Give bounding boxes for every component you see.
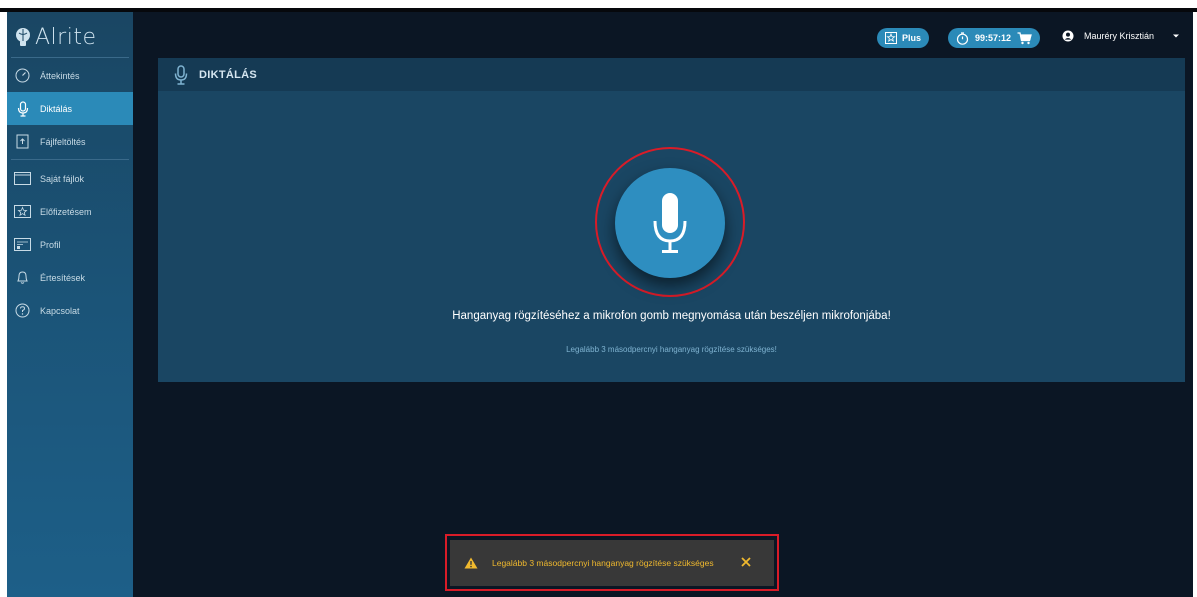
plus-button[interactable]: Plus <box>877 28 930 48</box>
user-menu[interactable]: Mauréry Krisztián <box>1062 30 1180 42</box>
sidebar-item-ertesitesek[interactable]: Értesítések <box>7 261 133 294</box>
sidebar-item-attekintes[interactable]: Áttekintés <box>7 59 133 92</box>
help-icon <box>14 302 31 319</box>
sidebar-item-label: Diktálás <box>40 103 73 114</box>
minimum-length-note: Legalább 3 másodpercnyi hanganyag rögzít… <box>566 345 777 354</box>
sidebar-item-profil[interactable]: Profil <box>7 228 133 261</box>
logo[interactable]: Alrite <box>15 24 96 50</box>
close-icon[interactable] <box>738 554 754 570</box>
instruction-text: Hanganyag rögzítéséhez a mikrofon gomb m… <box>452 310 891 322</box>
brain-logo-icon <box>16 28 30 46</box>
sidebar-item-label: Áttekintés <box>40 70 80 81</box>
sidebar-item-elofizetesem[interactable]: Előfizetésem <box>7 195 133 228</box>
sidebar-item-kapcsolat[interactable]: Kapcsolat <box>7 294 133 327</box>
timer-cart-button[interactable]: 99:57:12 <box>948 28 1041 48</box>
topbar: Plus 99:57:12 Mauréry Krisztián <box>133 12 1193 58</box>
sidebar-item-label: Profil <box>40 239 61 250</box>
sidebar-item-diktalas[interactable]: Diktálás <box>7 92 133 125</box>
user-icon <box>1062 30 1074 42</box>
file-upload-icon <box>14 133 31 150</box>
bell-icon <box>14 269 31 286</box>
logo-text: Alrite <box>35 24 97 50</box>
stopwatch-icon <box>956 31 969 45</box>
window-top-strip <box>0 0 1197 8</box>
sidebar-item-label: Fájlfeltöltés <box>40 136 86 147</box>
plus-label: Plus <box>902 33 922 43</box>
toast-message: Legalább 3 másodpercnyi hanganyag rögzít… <box>492 558 714 568</box>
app-window: Alrite Áttekintés Diktálás Fájlfeltöltés <box>7 12 1193 597</box>
microphone-icon <box>653 193 687 253</box>
warning-icon <box>464 557 478 569</box>
panel-header: DIKTÁLÁS <box>158 58 1185 91</box>
sidebar: Alrite Áttekintés Diktálás Fájlfeltöltés <box>7 12 133 597</box>
microphone-icon <box>174 64 188 85</box>
sidebar-item-label: Értesítések <box>40 272 86 283</box>
warning-toast: Legalább 3 másodpercnyi hanganyag rögzít… <box>450 540 774 586</box>
star-icon <box>885 32 897 44</box>
page-title: DIKTÁLÁS <box>199 68 258 81</box>
chevron-down-icon <box>1173 34 1180 38</box>
profile-card-icon <box>14 236 31 253</box>
sidebar-divider <box>11 57 129 58</box>
dashboard-icon <box>14 67 31 84</box>
shopping-cart-icon <box>1017 31 1032 44</box>
star-icon <box>14 203 31 220</box>
sidebar-item-label: Kapcsolat <box>40 305 80 316</box>
folder-icon <box>14 170 31 187</box>
sidebar-divider <box>11 159 129 160</box>
record-microphone-button[interactable] <box>615 168 725 278</box>
sidebar-item-label: Előfizetésem <box>40 206 92 217</box>
microphone-icon <box>14 100 31 117</box>
timer-value: 99:57:12 <box>975 33 1012 43</box>
sidebar-item-fajlfeltoltes[interactable]: Fájlfeltöltés <box>7 125 133 158</box>
sidebar-item-label: Saját fájlok <box>40 173 85 184</box>
user-name: Mauréry Krisztián <box>1084 31 1155 41</box>
sidebar-item-sajat-fajlok[interactable]: Saját fájlok <box>7 162 133 195</box>
dictation-panel: DIKTÁLÁS Hanganyag rögzítéséhez a mikrof… <box>158 58 1185 382</box>
